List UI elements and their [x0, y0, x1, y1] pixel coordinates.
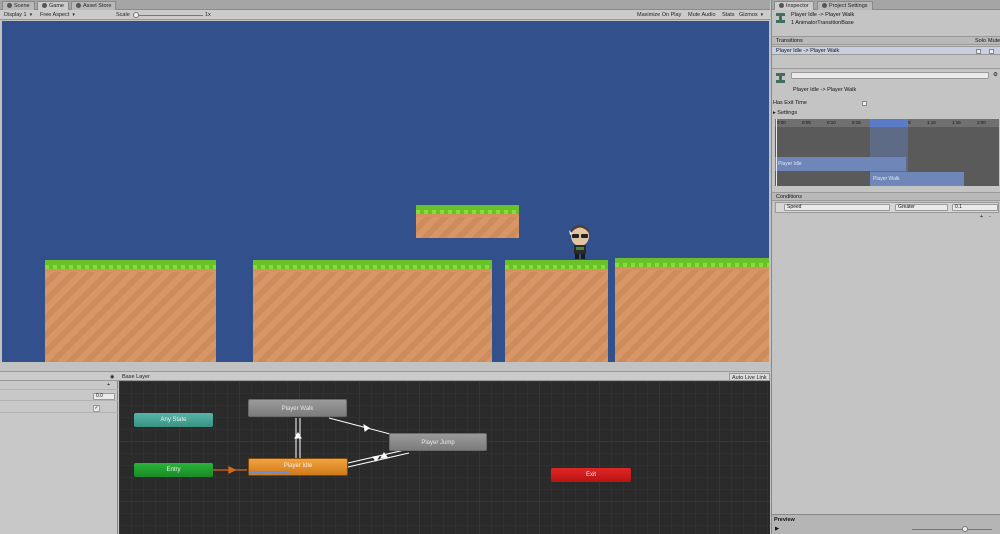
transition-icon: [776, 73, 785, 83]
condition-operator-dropdown[interactable]: Greater: [895, 204, 948, 211]
param-row-speed[interactable]: 0.0: [0, 392, 118, 401]
state-player-idle[interactable]: Player Idle: [248, 458, 348, 476]
ground-platform-3: [505, 260, 608, 362]
settings-cog-icon[interactable]: ⚙: [993, 72, 998, 79]
aspect-dropdown[interactable]: Free Aspect: [40, 11, 75, 19]
inspector-tab-bar: Inspector Project Settings: [772, 0, 1000, 10]
transition-icon: [776, 13, 785, 23]
state-player-walk[interactable]: Player Walk: [248, 399, 347, 417]
transition-timeline[interactable]: 0:00 0:05 0:10 0:15 1:00 1:05 1:10 1:15 …: [775, 119, 999, 186]
playhead[interactable]: [776, 119, 777, 186]
add-param-button[interactable]: +: [107, 382, 110, 389]
transition-range-handle[interactable]: [870, 119, 908, 127]
clip-player-walk[interactable]: Player Walk: [870, 172, 964, 186]
param-search-row: +: [0, 381, 118, 390]
conditions-header: Conditions: [772, 192, 1000, 201]
scale-slider-track[interactable]: [133, 15, 203, 16]
solo-checkbox[interactable]: [976, 49, 981, 54]
settings-foldout[interactable]: ▸ Settings: [773, 110, 797, 117]
view-tab-bar: Scene Game Asset Store: [0, 0, 770, 10]
info-icon: [779, 3, 784, 8]
param-bool-checkbox[interactable]: ✓: [93, 405, 100, 412]
has-exit-time-checkbox[interactable]: [862, 101, 867, 106]
auto-live-link-button[interactable]: Auto Live Link: [729, 373, 770, 381]
stats-toggle[interactable]: Stats: [722, 11, 735, 19]
maximize-on-play-toggle[interactable]: Maximize On Play: [637, 11, 681, 19]
display-dropdown[interactable]: Display 1: [4, 11, 32, 19]
mute-audio-toggle[interactable]: Mute Audio: [688, 11, 716, 19]
condition-row[interactable]: Speed Greater 0.1: [775, 202, 999, 213]
game-toolbar: Display 1 Free Aspect Scale 1x Maximize …: [0, 10, 770, 20]
inspector-title: Player Idle -> Player Walk: [791, 12, 855, 18]
state-player-jump[interactable]: Player Jump: [389, 433, 487, 451]
clip-player-idle[interactable]: Player Idle: [775, 157, 906, 171]
transition-arrows: [213, 417, 410, 475]
gear-icon: [822, 3, 827, 8]
parameters-panel: + 0.0 ✓: [0, 381, 118, 534]
mute-checkbox[interactable]: [989, 49, 994, 54]
has-exit-time-label: Has Exit Time: [773, 100, 807, 106]
condition-value-field[interactable]: 0.1: [952, 204, 998, 211]
transition-name: Player Idle -> Player Walk: [793, 87, 857, 93]
state-any-state[interactable]: Any State: [134, 413, 213, 427]
asset-store-icon: [76, 3, 81, 8]
ground-platform-2: [253, 260, 492, 362]
play-icon[interactable]: ▶: [775, 526, 779, 533]
add-condition-button[interactable]: +: [980, 214, 983, 221]
condition-parameter-dropdown[interactable]: Speed: [784, 204, 890, 211]
solo-label: Solo: [975, 38, 987, 44]
divider: [772, 68, 1000, 69]
preview-label: Preview: [774, 517, 795, 523]
gizmos-dropdown[interactable]: Gizmos: [739, 11, 763, 19]
ground-platform-1: [45, 260, 216, 362]
game-icon: [42, 3, 47, 8]
state-progress-bar: [250, 471, 290, 474]
tab-scene[interactable]: Scene: [2, 1, 35, 10]
param-speed-value[interactable]: 0.0: [93, 393, 115, 400]
preview-panel: Preview ▶: [772, 514, 1000, 534]
scale-slider-knob[interactable]: [133, 12, 139, 18]
scene-icon: [7, 3, 12, 8]
player-character: [569, 225, 589, 259]
scale-label: Scale: [116, 12, 130, 18]
animator-header: ◉ Base Layer Auto Live Link: [0, 371, 770, 381]
transition-list-row[interactable]: Player Idle -> Player Walk: [772, 46, 1000, 55]
tab-inspector[interactable]: Inspector: [774, 1, 814, 10]
state-exit[interactable]: Exit: [551, 468, 631, 482]
transition-name-field[interactable]: [791, 72, 989, 79]
tab-game[interactable]: Game: [37, 1, 69, 10]
inspector-panel: Inspector Project Settings Player Idle -…: [771, 0, 1000, 534]
tab-asset-store[interactable]: Asset Store: [71, 1, 117, 10]
inspector-subtitle: 1 AnimatorTransitionBase: [791, 20, 854, 26]
transitions-header: Transitions Solo Mute: [772, 36, 1000, 45]
floating-platform: [416, 205, 519, 238]
tab-project-settings[interactable]: Project Settings: [817, 1, 873, 10]
eye-icon[interactable]: ◉: [110, 373, 114, 381]
param-row-bool[interactable]: ✓: [0, 404, 118, 413]
mute-label: Mute: [988, 38, 1000, 44]
animator-graph[interactable]: Player Walk Player Jump Any State Entry …: [119, 381, 770, 534]
game-view[interactable]: [2, 21, 769, 362]
scale-value: 1x: [205, 12, 211, 18]
ground-platform-4: [615, 258, 769, 362]
state-entry[interactable]: Entry: [134, 463, 213, 477]
preview-speed-slider[interactable]: [912, 529, 992, 530]
preview-speed-knob[interactable]: [962, 526, 968, 532]
layer-breadcrumb[interactable]: Base Layer: [122, 373, 150, 381]
remove-condition-button[interactable]: -: [989, 214, 991, 221]
